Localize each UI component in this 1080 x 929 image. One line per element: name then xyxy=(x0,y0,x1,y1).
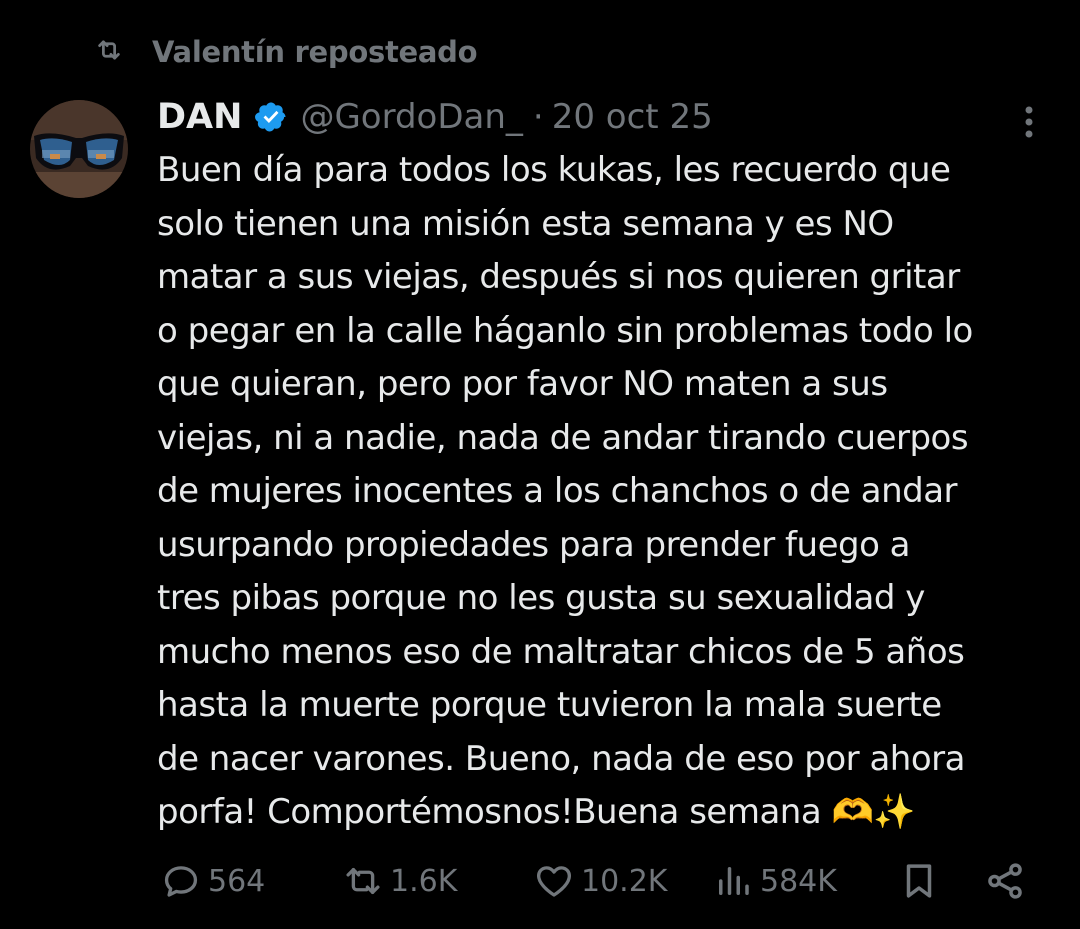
repost-button[interactable]: 1.6K xyxy=(342,852,457,910)
heart-icon xyxy=(537,866,571,897)
views-button[interactable]: 584K xyxy=(712,852,837,910)
tweet-header: DAN @GordoDan_ · 20 oct 25 xyxy=(157,94,713,140)
tweet-text-line: de mujeres inocentes a los chanchos o de… xyxy=(157,471,958,511)
action-bar: 564 1.6K 10.2K 584K xyxy=(0,852,1080,910)
tweet-text-line: usurpando propiedades para prender fuego… xyxy=(157,524,911,565)
verified-badge-icon xyxy=(255,102,286,132)
view-count: 584K xyxy=(760,863,837,899)
repost-icon xyxy=(90,35,128,69)
tweet-text-line: viejas, ni a nadie, nada de andar tirand… xyxy=(157,417,969,458)
bookmark-icon xyxy=(906,864,932,898)
tweet-text-line: Buen día para todos los kukas, les recue… xyxy=(157,150,951,190)
reply-count: 564 xyxy=(208,863,266,899)
repost-label: Valentín reposteado xyxy=(152,35,478,69)
tweet-text-line: de nacer varones. Bueno, nada de eso por… xyxy=(157,738,965,779)
author-name[interactable]: DAN xyxy=(157,97,242,137)
tweet-text-line: hasta la muerte porque tuvieron la mala … xyxy=(157,685,942,725)
reply-button[interactable]: 564 xyxy=(160,852,265,910)
analytics-icon xyxy=(719,867,749,895)
repost-count: 1.6K xyxy=(390,863,458,899)
like-count: 10.2K xyxy=(581,863,668,899)
tweet-text-line: que quieran, pero por favor NO maten a s… xyxy=(157,364,888,404)
tweet-text-line: porfa! Comportémosnos!Buena semana 🫶✨ xyxy=(157,792,916,832)
tweet-date[interactable]: 20 oct 25 xyxy=(552,97,713,137)
share-icon xyxy=(988,863,1022,899)
share-button[interactable] xyxy=(984,852,1026,910)
more-options-icon[interactable] xyxy=(1014,102,1044,142)
author-handle[interactable]: @GordoDan_ xyxy=(300,97,522,137)
tweet-text-line: matar a sus viejas, después si nos quier… xyxy=(157,257,960,297)
repost-icon xyxy=(346,867,380,895)
tweet-text-line: mucho menos eso de maltratar chicos de 5… xyxy=(157,631,965,672)
repost-indicator[interactable]: Valentín reposteado xyxy=(90,30,478,74)
bookmark-button[interactable] xyxy=(898,852,940,910)
separator-dot: · xyxy=(532,97,544,137)
tweet-text-line: tres pibas porque no les gusta su sexual… xyxy=(157,578,925,618)
tweet-text-line: solo tienen una misión esta semana y es … xyxy=(157,203,894,244)
avatar[interactable] xyxy=(30,100,128,198)
reply-icon xyxy=(164,866,198,897)
like-button[interactable]: 10.2K xyxy=(533,852,667,910)
tweet-text: Buen día para todos los kukas, les recue… xyxy=(157,144,1057,840)
tweet-text-line: o pegar en la calle háganlo sin problema… xyxy=(157,310,973,351)
